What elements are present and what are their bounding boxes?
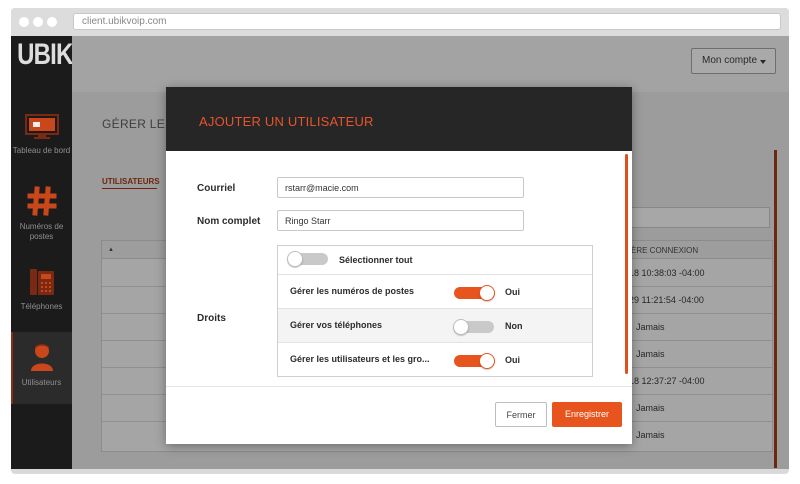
select-all-label: Sélectionner tout xyxy=(339,255,413,265)
right-toggle-users[interactable] xyxy=(454,353,495,369)
select-all-toggle[interactable] xyxy=(287,251,328,267)
sidebar-item-label: Utilisateurs xyxy=(21,378,62,387)
user-icon xyxy=(30,344,53,371)
save-button[interactable]: Enregistrer xyxy=(552,402,622,427)
right-row-extensions: Gérer les numéros de postes Oui xyxy=(278,274,592,308)
sidebar-item-users[interactable]: Utilisateurs xyxy=(11,332,72,404)
tab-users[interactable]: UTILISATEURS xyxy=(102,177,160,186)
page-viewport: UBIK Tableau de bord Numéros de postes T… xyxy=(11,36,789,469)
last-login-cell: Jamais xyxy=(636,430,665,440)
sidebar-item-extensions[interactable]: Numéros de postes xyxy=(11,186,72,248)
modal-title: AJOUTER UN UTILISATEUR xyxy=(199,114,374,129)
tab-underline xyxy=(102,188,157,189)
right-label: Gérer les numéros de postes xyxy=(290,286,415,296)
right-toggle-phones[interactable] xyxy=(453,319,494,335)
dashboard-monitor-icon xyxy=(24,114,59,139)
search-input[interactable] xyxy=(621,207,770,228)
last-login-cell: Jamais xyxy=(636,349,665,359)
right-value: Oui xyxy=(505,287,520,297)
right-label: Gérer vos téléphones xyxy=(290,320,383,330)
modal-footer: Fermer Enregistrer xyxy=(166,386,632,444)
sidebar-item-label: Numéros de postes xyxy=(19,222,64,241)
address-bar[interactable]: client.ubikvoip.com xyxy=(73,13,781,30)
window-minimize-dot[interactable] xyxy=(33,17,43,27)
account-dropdown-button[interactable]: Mon compte xyxy=(691,48,776,74)
phone-icon xyxy=(29,269,54,295)
last-login-cell: Jamais xyxy=(636,322,665,332)
email-field[interactable] xyxy=(277,177,524,198)
right-value: Oui xyxy=(505,355,520,365)
account-label: Mon compte xyxy=(702,55,758,66)
rights-label: Droits xyxy=(197,313,226,324)
window-maximize-dot[interactable] xyxy=(47,17,57,27)
right-row-phones: Gérer vos téléphones Non xyxy=(278,308,592,342)
fullname-label: Nom complet xyxy=(197,216,261,227)
sidebar-item-label: Tableau de bord xyxy=(12,146,71,155)
sidebar-item-dashboard[interactable]: Tableau de bord xyxy=(11,114,72,174)
right-value: Non xyxy=(505,321,523,331)
page-scrollbar[interactable] xyxy=(774,150,777,468)
toggle-knob xyxy=(287,251,303,267)
right-toggle-extensions[interactable] xyxy=(454,285,495,301)
modal-header: AJOUTER UN UTILISATEUR xyxy=(166,87,632,151)
toggle-knob xyxy=(479,353,495,369)
sort-up-icon[interactable]: ▲ xyxy=(108,247,114,253)
close-button[interactable]: Fermer xyxy=(495,402,547,427)
last-login-cell: Jamais xyxy=(636,403,665,413)
browser-window: client.ubikvoip.com UBIK Tableau de bord xyxy=(11,8,789,474)
hash-icon xyxy=(27,186,56,216)
rights-panel: Sélectionner tout Gérer les numéros de p… xyxy=(277,245,593,377)
caret-down-icon xyxy=(760,60,766,64)
top-bar: Mon compte xyxy=(72,36,789,92)
select-all-row: Sélectionner tout xyxy=(278,246,592,274)
sidebar: UBIK Tableau de bord Numéros de postes T… xyxy=(11,36,73,469)
modal-scrollbar[interactable] xyxy=(625,154,628,374)
right-row-users: Gérer les utilisateurs et les gro... Oui xyxy=(278,342,592,376)
last-login-cell: 29 11:21:54 -04:00 xyxy=(629,295,704,305)
last-login-cell: 18 12:37:27 -04:00 xyxy=(629,376,705,386)
last-login-cell: 18 10:38:03 -04:00 xyxy=(629,268,705,278)
ubik-logo[interactable]: UBIK xyxy=(17,38,73,72)
email-label: Courriel xyxy=(197,183,236,194)
sidebar-item-phones[interactable]: Téléphones xyxy=(11,268,72,320)
right-label: Gérer les utilisateurs et les gro... xyxy=(290,354,430,364)
add-user-modal: AJOUTER UN UTILISATEUR Courriel Nom comp… xyxy=(166,87,632,444)
toggle-knob xyxy=(479,285,495,301)
window-close-dot[interactable] xyxy=(19,17,29,27)
toggle-knob xyxy=(453,319,469,335)
column-header-last-login[interactable]: ÈRE CONNEXION xyxy=(631,246,698,255)
browser-toolbar: client.ubikvoip.com xyxy=(11,8,789,36)
sidebar-item-label: Téléphones xyxy=(20,302,63,311)
fullname-field[interactable] xyxy=(277,210,524,231)
